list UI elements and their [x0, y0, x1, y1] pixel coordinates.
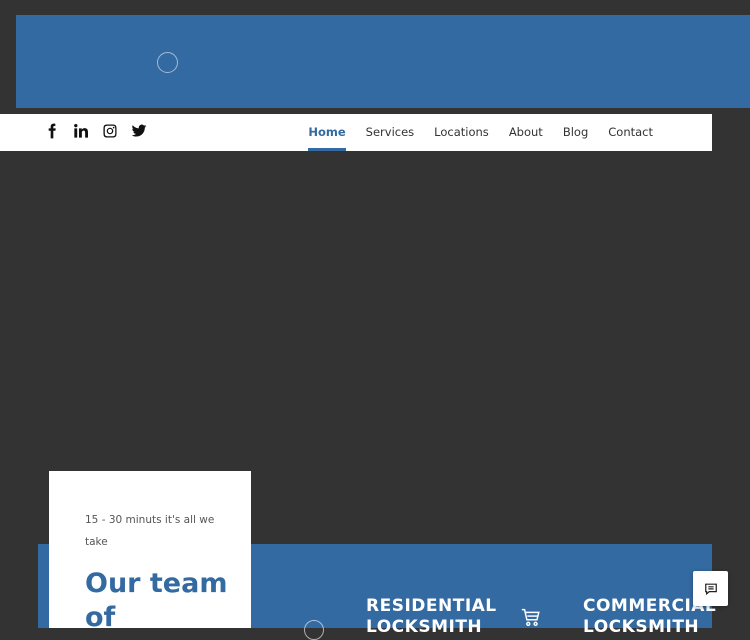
intro-card: 15 - 30 minuts it's all we take Our team… — [49, 471, 251, 633]
main-menu: Home Services Locations About Blog Conta… — [298, 114, 663, 151]
intro-tagline: 15 - 30 minuts it's all we take — [85, 514, 215, 548]
nav-item-blog[interactable]: Blog — [553, 114, 598, 151]
service-residential-locksmith[interactable]: RESIDENTIAL LOCKSMITH — [366, 596, 497, 638]
linkedin-icon[interactable] — [73, 123, 89, 139]
nav-item-locations[interactable]: Locations — [424, 114, 499, 151]
shopping-cart-icon — [520, 606, 542, 628]
nav-item-contact[interactable]: Contact — [598, 114, 663, 151]
loading-spinner-icon — [157, 52, 178, 73]
top-banner — [16, 15, 750, 108]
intro-heading: Our team of — [85, 568, 228, 633]
chat-icon — [704, 583, 717, 595]
facebook-icon[interactable] — [44, 123, 60, 139]
nav-item-services[interactable]: Services — [356, 114, 425, 151]
navbar: Home Services Locations About Blog Conta… — [0, 114, 712, 151]
instagram-icon[interactable] — [102, 123, 118, 139]
nav-item-about[interactable]: About — [499, 114, 553, 151]
twitter-icon[interactable] — [131, 123, 147, 139]
service-title-line1: RESIDENTIAL — [366, 596, 497, 616]
loading-spinner-icon — [304, 620, 324, 640]
chat-button[interactable] — [693, 571, 728, 606]
social-links — [44, 123, 147, 139]
nav-item-home[interactable]: Home — [298, 114, 355, 151]
